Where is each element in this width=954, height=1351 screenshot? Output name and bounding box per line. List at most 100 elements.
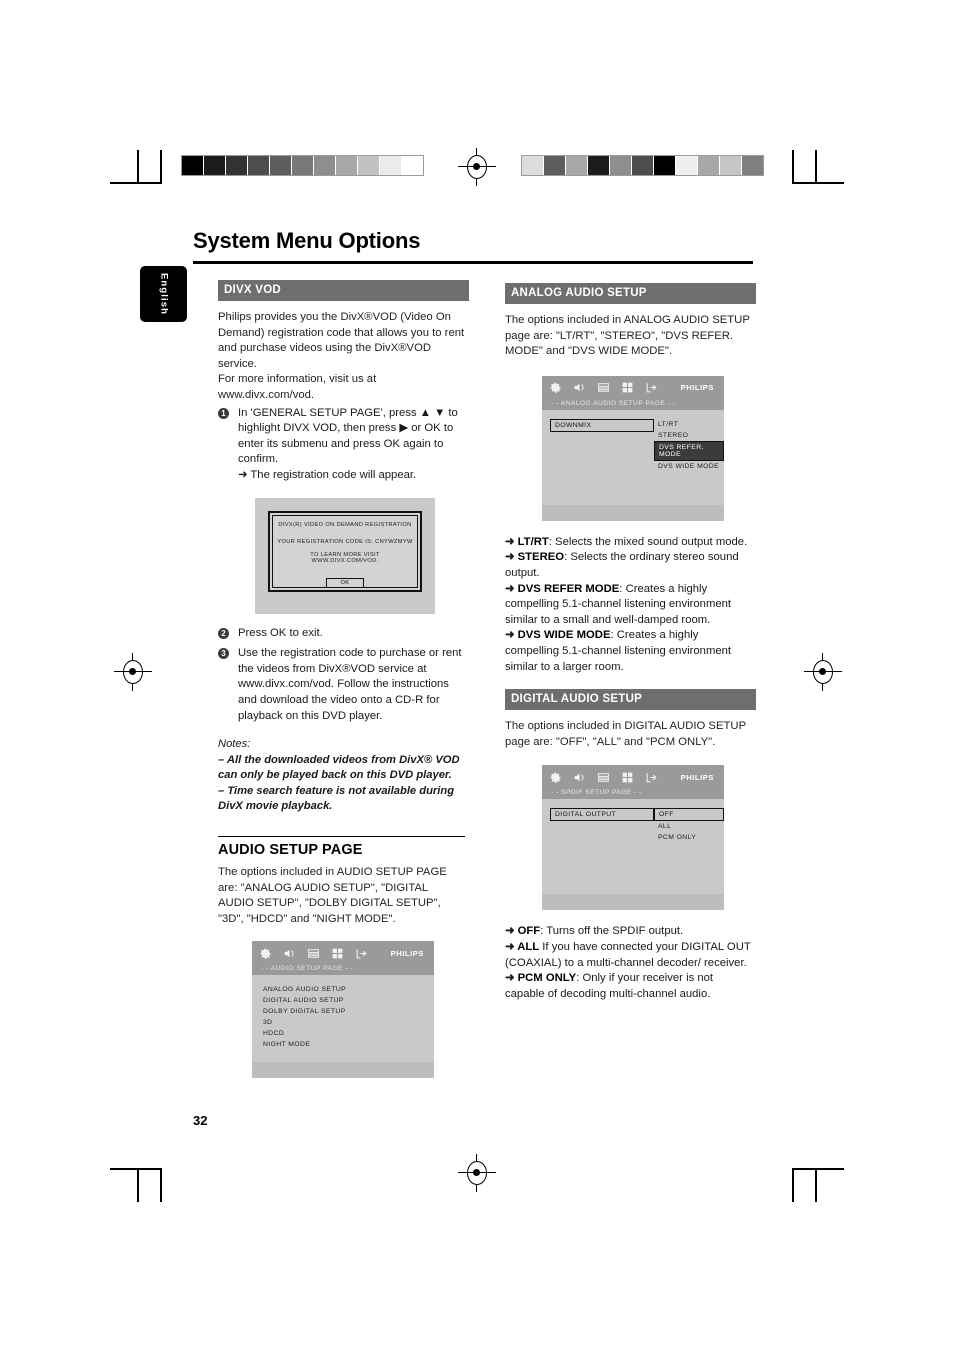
preferences-grid-icon: [332, 948, 343, 959]
osd-breadcrumb: - - SPDIF SETUP PAGE - -: [542, 789, 724, 800]
term: OFF: [517, 925, 541, 938]
crop-mark-bl-v: [160, 1168, 162, 1202]
color-bar-right: [521, 155, 764, 176]
crop-mark-br-h: [792, 1168, 844, 1170]
analog-audio-setup-body: The options included in ANALOG AUDIO SET…: [505, 314, 750, 358]
osd-option[interactable]: ALL: [654, 821, 724, 832]
osd-footer: [542, 894, 724, 911]
notes-block: Notes: – All the downloaded videos from …: [218, 737, 465, 815]
osd-footer: [252, 1062, 434, 1079]
preferences-grid-icon: [622, 772, 633, 783]
section-heading-digital-audio-setup: DIGITAL AUDIO SETUP: [505, 689, 756, 711]
crop-mark-tl-v: [160, 150, 162, 184]
osd-option[interactable]: DVS WIDE MODE: [654, 461, 724, 472]
audio-setup-page-body: The options included in AUDIO SETUP PAGE…: [218, 866, 447, 925]
osd-option-selected[interactable]: DVS REFER. MODE: [654, 440, 724, 461]
registration-mark-right: [804, 653, 842, 691]
color-swatch: [588, 156, 610, 175]
speaker-icon: [574, 773, 584, 782]
color-swatch: [676, 156, 698, 175]
color-swatch: [402, 156, 423, 175]
speaker-icon: [284, 949, 294, 958]
step-text: Press OK to exit.: [238, 626, 323, 639]
osd-menu-item[interactable]: NIGHT MODE: [252, 1039, 434, 1050]
color-swatch: [720, 156, 742, 175]
term: DVS WIDE MODE: [517, 629, 611, 642]
crop-mark-tr-v: [792, 150, 794, 184]
osd-menu-item[interactable]: HDCD: [252, 1028, 434, 1039]
osd-setting-label[interactable]: DOWNMIX: [550, 418, 654, 432]
step-text: In 'GENERAL SETUP PAGE', press ▲ ▼ to hi…: [238, 406, 458, 466]
page-number: 32: [193, 1113, 208, 1128]
term: LT/RT: [517, 535, 549, 548]
arrow-glyph: ➜: [505, 925, 518, 938]
color-swatch: [698, 156, 720, 175]
video-icon: [598, 383, 609, 393]
exit-arrow-icon: [646, 772, 657, 783]
divx-dialog-ok-button[interactable]: OK: [326, 577, 364, 588]
gear-icon: [550, 382, 561, 394]
color-swatch: [248, 156, 270, 175]
video-icon: [598, 773, 609, 782]
registration-dot: [473, 163, 480, 170]
color-swatch: [380, 156, 402, 175]
color-swatch: [270, 156, 292, 175]
registration-dot: [819, 668, 826, 675]
gear-icon: [260, 948, 271, 959]
color-swatch: [358, 156, 380, 175]
osd-menu-list: ANALOG AUDIO SETUP DIGITAL AUDIO SETUP D…: [252, 975, 434, 1062]
divx-vod-intro: Philips provides you the DivX®VOD (Video…: [218, 311, 465, 370]
osd-option-panel: DIGITAL OUTPUT OFF ALL PCM ONLY: [542, 799, 724, 894]
step-1-result: ➜ The registration code will appear.: [238, 468, 417, 481]
crop-mark-bl-v2: [137, 1168, 139, 1202]
osd-option-col: LT/RT STEREO DVS REFER. MODE DVS WIDE MO…: [654, 419, 724, 505]
note-item-1: – All the downloaded videos from DivX® V…: [218, 753, 460, 782]
osd-icon-bar: PHILIPS: [542, 375, 724, 400]
step-number: 3: [218, 648, 229, 660]
crop-mark-tr-v2: [815, 150, 817, 184]
crop-mark-tl-h: [110, 182, 162, 184]
osd-breadcrumb: - - AUDIO SETUP PAGE - -: [252, 965, 434, 976]
digital-item-off: ➜ OFF: Turns off the SPDIF output.: [505, 924, 752, 940]
osd-menu-item[interactable]: 3D: [252, 1017, 434, 1028]
osd-setting-label-col: DOWNMIX: [542, 418, 654, 505]
analog-item-stereo: ➜ STEREO: Selects the ordinary stereo so…: [505, 550, 752, 581]
color-swatch: [336, 156, 358, 175]
divx-dialog-title: DIVX(R) VIDEO ON DEMAND REGISTRATION: [278, 521, 412, 528]
step-2: 2 Press OK to exit.: [218, 626, 465, 642]
osd-icon-bar: PHILIPS: [542, 765, 724, 790]
registration-mark-left: [114, 653, 152, 691]
term: STEREO: [517, 551, 565, 564]
osd-menu-item[interactable]: DIGITAL AUDIO SETUP: [252, 995, 434, 1006]
arrow-glyph: ➜: [505, 535, 518, 548]
section-heading-audio-setup-page: AUDIO SETUP PAGE: [218, 836, 465, 858]
step-3: 3 Use the registration code to purchase …: [218, 646, 465, 724]
osd-option[interactable]: LT/RT: [654, 419, 724, 430]
notes-title: Notes:: [218, 738, 251, 751]
osd-option-selected[interactable]: OFF: [654, 808, 724, 822]
crop-mark-bl-h: [110, 1168, 162, 1170]
crop-mark-tl-v2: [137, 150, 139, 184]
osd-menu-item[interactable]: DOLBY DIGITAL SETUP: [252, 1006, 434, 1017]
color-swatch: [610, 156, 632, 175]
spdif-setup-page-screenshot: PHILIPS - - SPDIF SETUP PAGE - - DIGITAL…: [542, 765, 724, 911]
step-text: Use the registration code to purchase or…: [238, 647, 462, 722]
crop-mark-br-v2: [815, 1168, 817, 1202]
color-swatch: [654, 156, 676, 175]
term: PCM ONLY: [517, 972, 577, 985]
note-item-2: – Time search feature is not available d…: [218, 784, 455, 813]
philips-logo: PHILIPS: [390, 948, 424, 958]
desc: : Selects the mixed sound output mode.: [548, 535, 748, 548]
osd-setting-label[interactable]: DIGITAL OUTPUT: [550, 808, 654, 822]
divx-registration-dialog: DIVX(R) VIDEO ON DEMAND REGISTRATION YOU…: [268, 510, 422, 592]
gear-icon: [550, 772, 561, 783]
osd-option[interactable]: STEREO: [654, 430, 724, 441]
color-swatch: [226, 156, 248, 175]
video-icon: [308, 949, 319, 958]
registration-dot: [473, 1169, 480, 1176]
osd-menu-item[interactable]: ANALOG AUDIO SETUP: [252, 984, 434, 995]
osd-option-panel: DOWNMIX LT/RT STEREO DVS REFER. MODE DVS…: [542, 410, 724, 505]
step-1: 1 In 'GENERAL SETUP PAGE', press ▲ ▼ to …: [218, 406, 465, 468]
color-swatch: [544, 156, 566, 175]
osd-option[interactable]: PCM ONLY: [654, 832, 724, 843]
